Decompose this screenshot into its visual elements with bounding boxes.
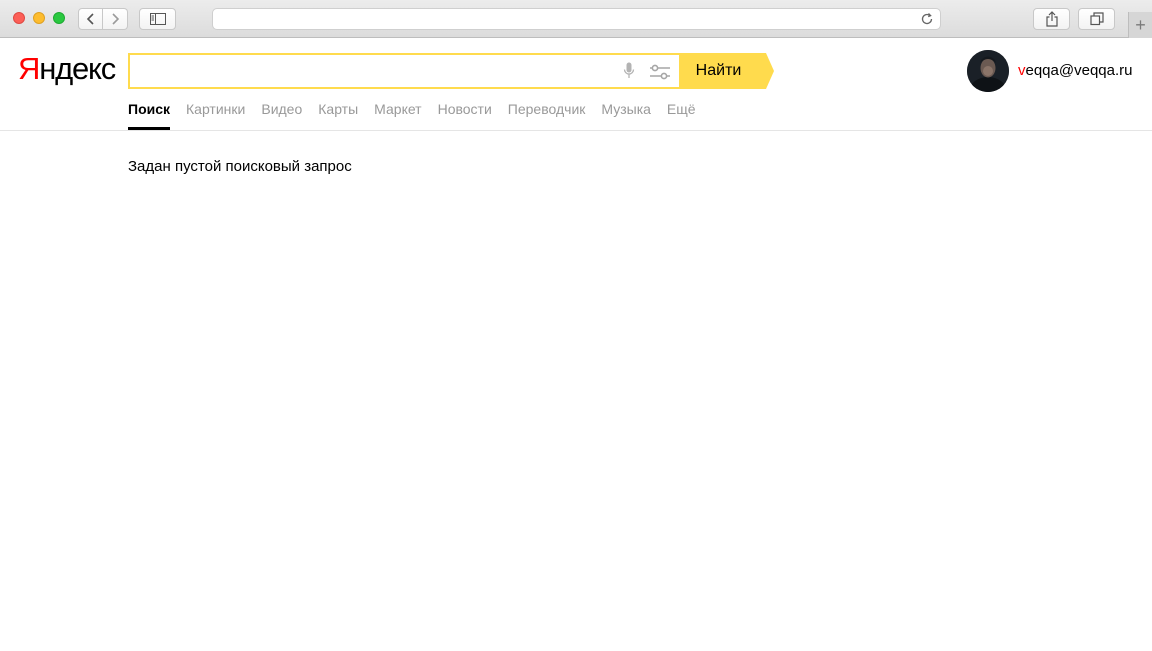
search-box — [128, 53, 680, 89]
tab-search[interactable]: Поиск — [128, 100, 171, 130]
address-bar[interactable] — [212, 8, 941, 30]
tabs-overview-button[interactable] — [1078, 8, 1115, 30]
new-tab-button[interactable]: + — [1128, 12, 1152, 38]
user-login[interactable]: veqqa@veqqa.ru — [1018, 62, 1132, 80]
logo-rest: ндекс — [39, 51, 116, 86]
window-close-button[interactable] — [13, 12, 25, 24]
plus-icon: + — [1135, 15, 1146, 35]
tab-maps[interactable]: Карты — [318, 100, 358, 130]
tab-market[interactable]: Маркет — [374, 100, 421, 130]
window-minimize-button[interactable] — [33, 12, 45, 24]
microphone-icon[interactable] — [623, 62, 635, 80]
yandex-logo[interactable]: Яндекс — [18, 51, 116, 87]
user-login-first-letter: v — [1018, 62, 1026, 79]
search-input[interactable] — [134, 57, 612, 85]
sidebar-icon — [149, 13, 166, 25]
reload-icon[interactable] — [920, 12, 934, 26]
tabs-overview-icon — [1089, 12, 1104, 26]
sliders-icon[interactable] — [649, 63, 671, 81]
tab-music[interactable]: Музыка — [601, 100, 651, 130]
logo-first-letter: Я — [18, 51, 40, 86]
header-divider — [0, 130, 1152, 131]
share-button[interactable] — [1033, 8, 1070, 30]
empty-query-message: Задан пустой поисковый запрос — [128, 158, 352, 175]
chevron-left-icon — [86, 13, 94, 25]
search-button[interactable]: Найти — [679, 53, 774, 89]
window-maximize-button[interactable] — [53, 12, 65, 24]
forward-button[interactable] — [103, 8, 128, 30]
back-button[interactable] — [78, 8, 103, 30]
tab-more[interactable]: Ещё — [667, 100, 696, 130]
sidebar-toggle-button[interactable] — [139, 8, 176, 30]
tab-news[interactable]: Новости — [438, 100, 492, 130]
tab-images[interactable]: Картинки — [186, 100, 245, 130]
avatar[interactable] — [967, 50, 1009, 92]
tab-translator[interactable]: Переводчик — [508, 100, 586, 130]
avatar-photo — [967, 50, 1009, 92]
user-login-rest: eqqa@veqqa.ru — [1025, 62, 1133, 79]
chevron-right-icon — [112, 13, 120, 25]
share-icon — [1045, 11, 1058, 27]
browser-toolbar: + — [0, 0, 1152, 38]
tab-video[interactable]: Видео — [261, 100, 302, 130]
services-nav: Поиск Картинки Видео Карты Маркет Новост… — [128, 100, 696, 130]
